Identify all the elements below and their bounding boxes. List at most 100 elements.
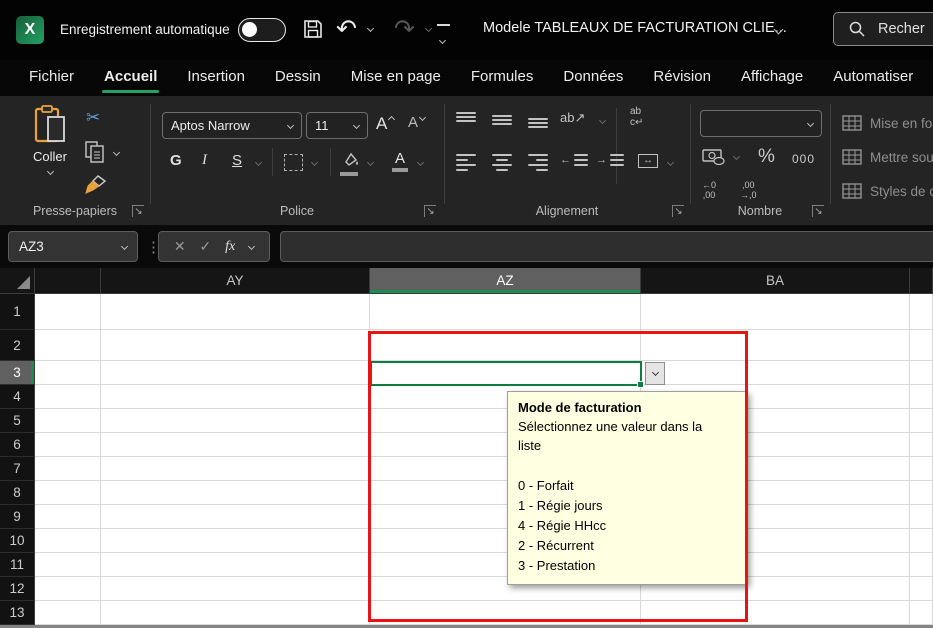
cell[interactable] (910, 529, 933, 553)
italic-button[interactable]: I (202, 152, 207, 169)
row-header-5[interactable]: 5 (0, 409, 35, 433)
align-right-icon[interactable] (528, 154, 548, 171)
cell[interactable] (35, 601, 101, 625)
cell[interactable] (101, 577, 370, 601)
save-icon[interactable] (302, 18, 324, 45)
cell[interactable] (910, 553, 933, 577)
cell[interactable] (35, 361, 101, 385)
row-header-3[interactable]: 3 (0, 361, 35, 385)
align-left-icon[interactable] (456, 154, 476, 171)
font-dialog-launcher-icon[interactable]: ↘ (424, 205, 436, 217)
cell-mode-facturation[interactable]: MODE_FACTURATION (370, 330, 641, 361)
cell[interactable] (101, 481, 370, 505)
autosave-toggle[interactable] (238, 18, 286, 42)
tab-révision[interactable]: Révision (638, 60, 726, 96)
cell[interactable] (101, 505, 370, 529)
row-header-10[interactable]: 10 (0, 529, 35, 553)
orientation-chevron-icon[interactable] (599, 117, 606, 124)
paste-button[interactable]: Coller (20, 104, 80, 198)
cancel-icon[interactable]: ✕ (174, 238, 186, 255)
bold-button[interactable]: G (170, 152, 182, 169)
percent-icon[interactable]: % (758, 146, 775, 168)
align-top-icon[interactable] (456, 112, 476, 128)
row-header-4[interactable]: 4 (0, 385, 35, 409)
cell[interactable] (370, 601, 641, 625)
cell[interactable] (641, 361, 910, 385)
cell[interactable] (101, 457, 370, 481)
excel-logo-icon[interactable]: X (16, 16, 44, 44)
cell[interactable] (35, 529, 101, 553)
cell[interactable] (35, 505, 101, 529)
tab-données[interactable]: Données (548, 60, 638, 96)
cell[interactable] (101, 409, 370, 433)
select-all-corner[interactable] (0, 268, 35, 294)
cell[interactable] (641, 601, 910, 625)
clipboard-dialog-launcher-icon[interactable]: ↘ (132, 205, 144, 217)
orientation-icon[interactable]: ab↗ (560, 110, 585, 126)
merge-chevron-icon[interactable] (667, 159, 674, 166)
align-center-icon[interactable] (492, 154, 512, 171)
row-header-7[interactable]: 7 (0, 457, 35, 481)
tab-fichier[interactable]: Fichier (14, 60, 89, 96)
tab-mise-en-page[interactable]: Mise en page (336, 60, 456, 96)
cell[interactable] (35, 553, 101, 577)
column-header-az[interactable]: AZ (370, 268, 641, 294)
decrease-font-icon[interactable]: A (408, 114, 425, 131)
cell[interactable] (370, 294, 641, 330)
conditional-formatting-button[interactable]: Mise en fo (842, 106, 933, 140)
number-dialog-launcher-icon[interactable]: ↘ (812, 205, 824, 217)
currency-icon[interactable] (702, 148, 726, 171)
borders-icon[interactable] (284, 154, 303, 171)
cell[interactable] (101, 294, 370, 330)
align-middle-icon[interactable] (492, 112, 512, 128)
format-as-table-button[interactable]: Mettre sou (842, 140, 933, 174)
name-box[interactable]: AZ3 (8, 231, 138, 262)
font-size-select[interactable]: 11 (306, 112, 368, 139)
search-input[interactable]: Recher (833, 12, 933, 46)
wrap-text-icon[interactable]: abc↵ (630, 106, 643, 128)
insert-function-icon[interactable]: fx (225, 239, 235, 255)
cell[interactable] (101, 361, 370, 385)
font-name-select[interactable]: Aptos Narrow (162, 112, 302, 139)
undo-chevron-icon[interactable] (367, 25, 374, 32)
cut-icon[interactable]: ✂ (86, 108, 100, 128)
cell-styles-button[interactable]: Styles de c (842, 174, 933, 208)
cell[interactable] (101, 529, 370, 553)
tab-automatiser[interactable]: Automatiser (818, 60, 928, 96)
cell-partial-header[interactable]: A_ (910, 330, 933, 361)
decrease-decimal-icon[interactable]: ←0,00 (702, 180, 716, 200)
cell[interactable] (35, 330, 101, 361)
cell[interactable] (910, 361, 933, 385)
undo-icon[interactable]: ↶ (336, 12, 357, 46)
increase-decimal-icon[interactable]: ,00→,0 (740, 180, 757, 200)
fx-chevron-icon[interactable] (248, 243, 255, 250)
fill-color-chevron-icon[interactable] (367, 159, 374, 166)
cell-numero-facture[interactable]: NUMERO_FACTURE (641, 330, 910, 361)
document-title[interactable]: Modele TABLEAUX DE FACTURATION CLIE... (483, 20, 787, 36)
copy-icon[interactable] (84, 140, 106, 169)
increase-font-icon[interactable]: A (376, 114, 394, 134)
formula-input[interactable] (280, 231, 933, 262)
cell[interactable] (35, 577, 101, 601)
cell[interactable] (910, 601, 933, 625)
tab-affichage[interactable]: Affichage (726, 60, 818, 96)
tab-accueil[interactable]: Accueil (89, 60, 172, 96)
cell[interactable] (910, 433, 933, 457)
cell[interactable] (101, 433, 370, 457)
cell[interactable] (641, 294, 910, 330)
borders-chevron-icon[interactable] (311, 159, 318, 166)
column-header-rest[interactable] (910, 268, 933, 294)
row-header-13[interactable]: 13 (0, 601, 35, 625)
cell-dropdown-button[interactable] (645, 362, 665, 385)
row-header-2[interactable]: 2 (0, 330, 35, 361)
cell[interactable] (910, 481, 933, 505)
enter-icon[interactable]: ✓ (200, 238, 212, 255)
cell[interactable] (35, 385, 101, 409)
cell[interactable] (101, 601, 370, 625)
cell-libre5[interactable]: LIBRE_5 (101, 330, 370, 361)
align-bottom-icon[interactable] (528, 112, 548, 128)
fill-handle[interactable] (637, 381, 644, 388)
active-cell-selection[interactable] (370, 361, 642, 386)
cell[interactable] (101, 385, 370, 409)
cell[interactable] (910, 505, 933, 529)
